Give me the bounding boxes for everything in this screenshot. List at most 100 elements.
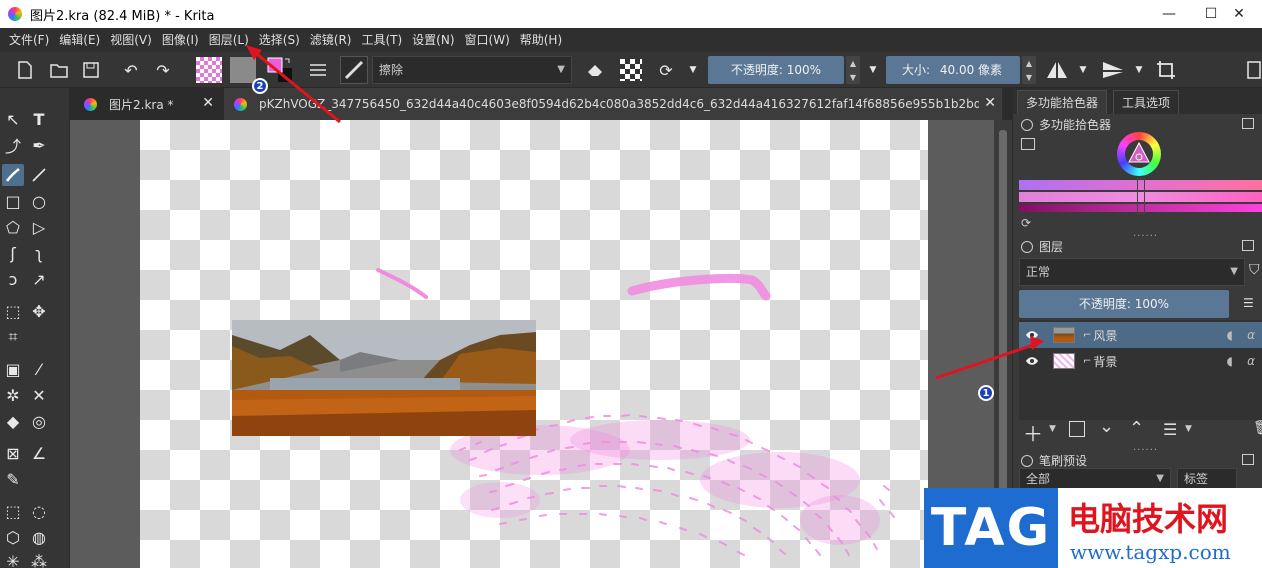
slider-handle[interactable]: [1137, 178, 1145, 214]
add-layer-icon[interactable]: ＋: [1023, 418, 1043, 447]
close-icon[interactable]: ✕: [984, 95, 996, 111]
gradient-tool-icon[interactable]: ▣: [2, 358, 24, 380]
menu-select[interactable]: 选择(S): [254, 28, 305, 52]
menu-filter[interactable]: 滤镜(R): [305, 28, 357, 52]
transform-tool-icon[interactable]: ⬚: [2, 300, 24, 322]
lock-icon[interactable]: [1021, 454, 1033, 467]
ellipse-select-icon[interactable]: ◌: [28, 500, 50, 522]
pattern-icon[interactable]: [230, 57, 256, 83]
layer-opacity-slider[interactable]: 不透明度: 100%: [1019, 290, 1229, 318]
lock-layer-icon[interactable]: ◖: [1227, 354, 1233, 368]
rectangle-tool-icon[interactable]: □: [2, 190, 24, 212]
size-spinner[interactable]: ▲ ▼: [1022, 56, 1036, 84]
close-icon[interactable]: ✕: [202, 95, 214, 111]
calligraphy-icon[interactable]: ✒: [28, 134, 50, 156]
docker-grip[interactable]: ......: [1133, 228, 1158, 239]
chevron-down-icon[interactable]: ▼: [1132, 58, 1146, 82]
mirror-horizontal-icon[interactable]: [1044, 58, 1070, 82]
menu-settings[interactable]: 设置(N): [407, 28, 459, 52]
menu-tools[interactable]: 工具(T): [356, 28, 407, 52]
layer-row-landscape[interactable]: ⌐ 风景 ◖ α: [1019, 322, 1262, 348]
color-picker-icon[interactable]: ⁄: [28, 358, 50, 380]
opacity-slider[interactable]: 不透明度: 100%: [708, 56, 844, 84]
polygon-tool-icon[interactable]: ⬠: [2, 216, 24, 238]
filter-icon[interactable]: ⛉: [1249, 262, 1260, 278]
edit-shapes-icon[interactable]: ⤴: [2, 134, 24, 156]
size-slider[interactable]: 大小: 40.00 像素: [886, 56, 1020, 84]
chevron-down-icon[interactable]: ▼: [866, 58, 880, 82]
menu-image[interactable]: 图像(I): [157, 28, 204, 52]
menu-edit[interactable]: 编辑(E): [54, 28, 105, 52]
layer-blend-mode-select[interactable]: 正常 ▼: [1019, 258, 1245, 286]
line-tool-icon[interactable]: [28, 164, 50, 186]
layer-name[interactable]: 背景: [1093, 353, 1117, 370]
opacity-spinner[interactable]: ▲ ▼: [846, 56, 860, 84]
layer-properties-icon[interactable]: ☰: [1163, 420, 1177, 439]
polyline-tool-icon[interactable]: ▷: [28, 216, 50, 238]
delete-layer-icon[interactable]: 🗑: [1253, 420, 1262, 436]
fill-gradient-icon[interactable]: [196, 57, 222, 83]
docker-grip[interactable]: ......: [1133, 442, 1158, 453]
undo-icon[interactable]: ↶: [120, 58, 142, 82]
brush-preset-icon[interactable]: [340, 56, 368, 84]
chevron-down-icon[interactable]: ▼: [1049, 424, 1056, 434]
preset-tag-button[interactable]: 标签: [1177, 468, 1237, 490]
assistant-tool-icon[interactable]: ⊠: [2, 442, 24, 464]
visibility-eye-icon[interactable]: [1025, 356, 1039, 366]
measure-tool-icon[interactable]: ∠: [28, 442, 50, 464]
polygon-select-icon[interactable]: ⬡: [2, 526, 24, 548]
canvas[interactable]: [140, 120, 928, 568]
menu-window[interactable]: 窗口(W): [460, 28, 515, 52]
float-docker-icon[interactable]: [1242, 454, 1254, 465]
color-list-icon[interactable]: [1021, 138, 1035, 150]
freehand-select-icon[interactable]: ◍: [28, 526, 50, 548]
tab-kra[interactable]: 图片2.kra * ✕: [74, 88, 220, 120]
menu-layer[interactable]: 图层(L): [204, 28, 254, 52]
tab-jpg[interactable]: pKZhVOGZ_347756450_632d44a40c4603e8f0594…: [224, 88, 1002, 120]
chevron-down-icon[interactable]: ▼: [1185, 424, 1192, 434]
menu-view[interactable]: 视图(V): [105, 28, 157, 52]
smart-patch-icon[interactable]: ✲: [2, 384, 24, 406]
save-icon[interactable]: [80, 58, 102, 82]
workspace-icon[interactable]: [1246, 58, 1262, 82]
text-tool-icon[interactable]: T: [28, 108, 50, 130]
crop-tool-icon[interactable]: ⌗: [2, 326, 24, 348]
crop-wrap-icon[interactable]: [1154, 58, 1178, 82]
menu-help[interactable]: 帮助(H): [515, 28, 567, 52]
duplicate-layer-icon[interactable]: [1069, 421, 1085, 437]
canvas-area[interactable]: [70, 120, 994, 568]
dynamic-brush-icon[interactable]: ↄ: [2, 268, 24, 290]
close-button[interactable]: ✕: [1216, 0, 1262, 28]
lock-icon[interactable]: [1021, 240, 1033, 253]
menu-icon[interactable]: ☰: [1243, 296, 1254, 310]
reference-tool-icon[interactable]: ✎: [2, 468, 24, 490]
float-docker-icon[interactable]: [1242, 118, 1254, 129]
rect-select-icon[interactable]: ⬚: [2, 500, 24, 522]
mirror-vertical-icon[interactable]: [1100, 58, 1126, 82]
similar-select-icon[interactable]: ⁂: [28, 550, 50, 568]
preset-filter-select[interactable]: 全部 ▼: [1019, 468, 1171, 490]
bezier-tool-icon[interactable]: ʃ: [2, 242, 24, 264]
layer-name[interactable]: 风景: [1093, 327, 1117, 344]
freehand-path-icon[interactable]: ʅ: [28, 242, 50, 264]
move-layer-down-icon[interactable]: ⌄: [1099, 416, 1114, 437]
blend-mode-select[interactable]: 擦除 ▼: [372, 56, 572, 84]
enclose-fill-icon[interactable]: ◎: [28, 410, 50, 432]
scrollbar-thumb[interactable]: [999, 130, 1007, 550]
redo-icon[interactable]: ↷: [152, 58, 174, 82]
color-wheel[interactable]: [1117, 132, 1161, 176]
ellipse-tool-icon[interactable]: ○: [28, 190, 50, 212]
float-docker-icon[interactable]: [1242, 240, 1254, 251]
colorize-mask-icon[interactable]: ✕: [28, 384, 50, 406]
open-document-icon[interactable]: [48, 58, 70, 82]
chevron-down-icon[interactable]: ▼: [686, 58, 700, 82]
tab-color-selector[interactable]: 多功能拾色器: [1017, 90, 1108, 114]
alpha-lock-icon[interactable]: α: [1247, 328, 1255, 342]
select-shapes-icon[interactable]: ↖: [2, 108, 24, 130]
refresh-icon[interactable]: ⟳: [1021, 216, 1031, 230]
lock-layer-icon[interactable]: ◖: [1227, 328, 1233, 342]
reload-preset-icon[interactable]: ⟳: [654, 58, 678, 82]
visibility-eye-icon[interactable]: [1025, 330, 1039, 340]
lock-icon[interactable]: [1021, 118, 1033, 131]
chevron-down-icon[interactable]: ▼: [1076, 58, 1090, 82]
